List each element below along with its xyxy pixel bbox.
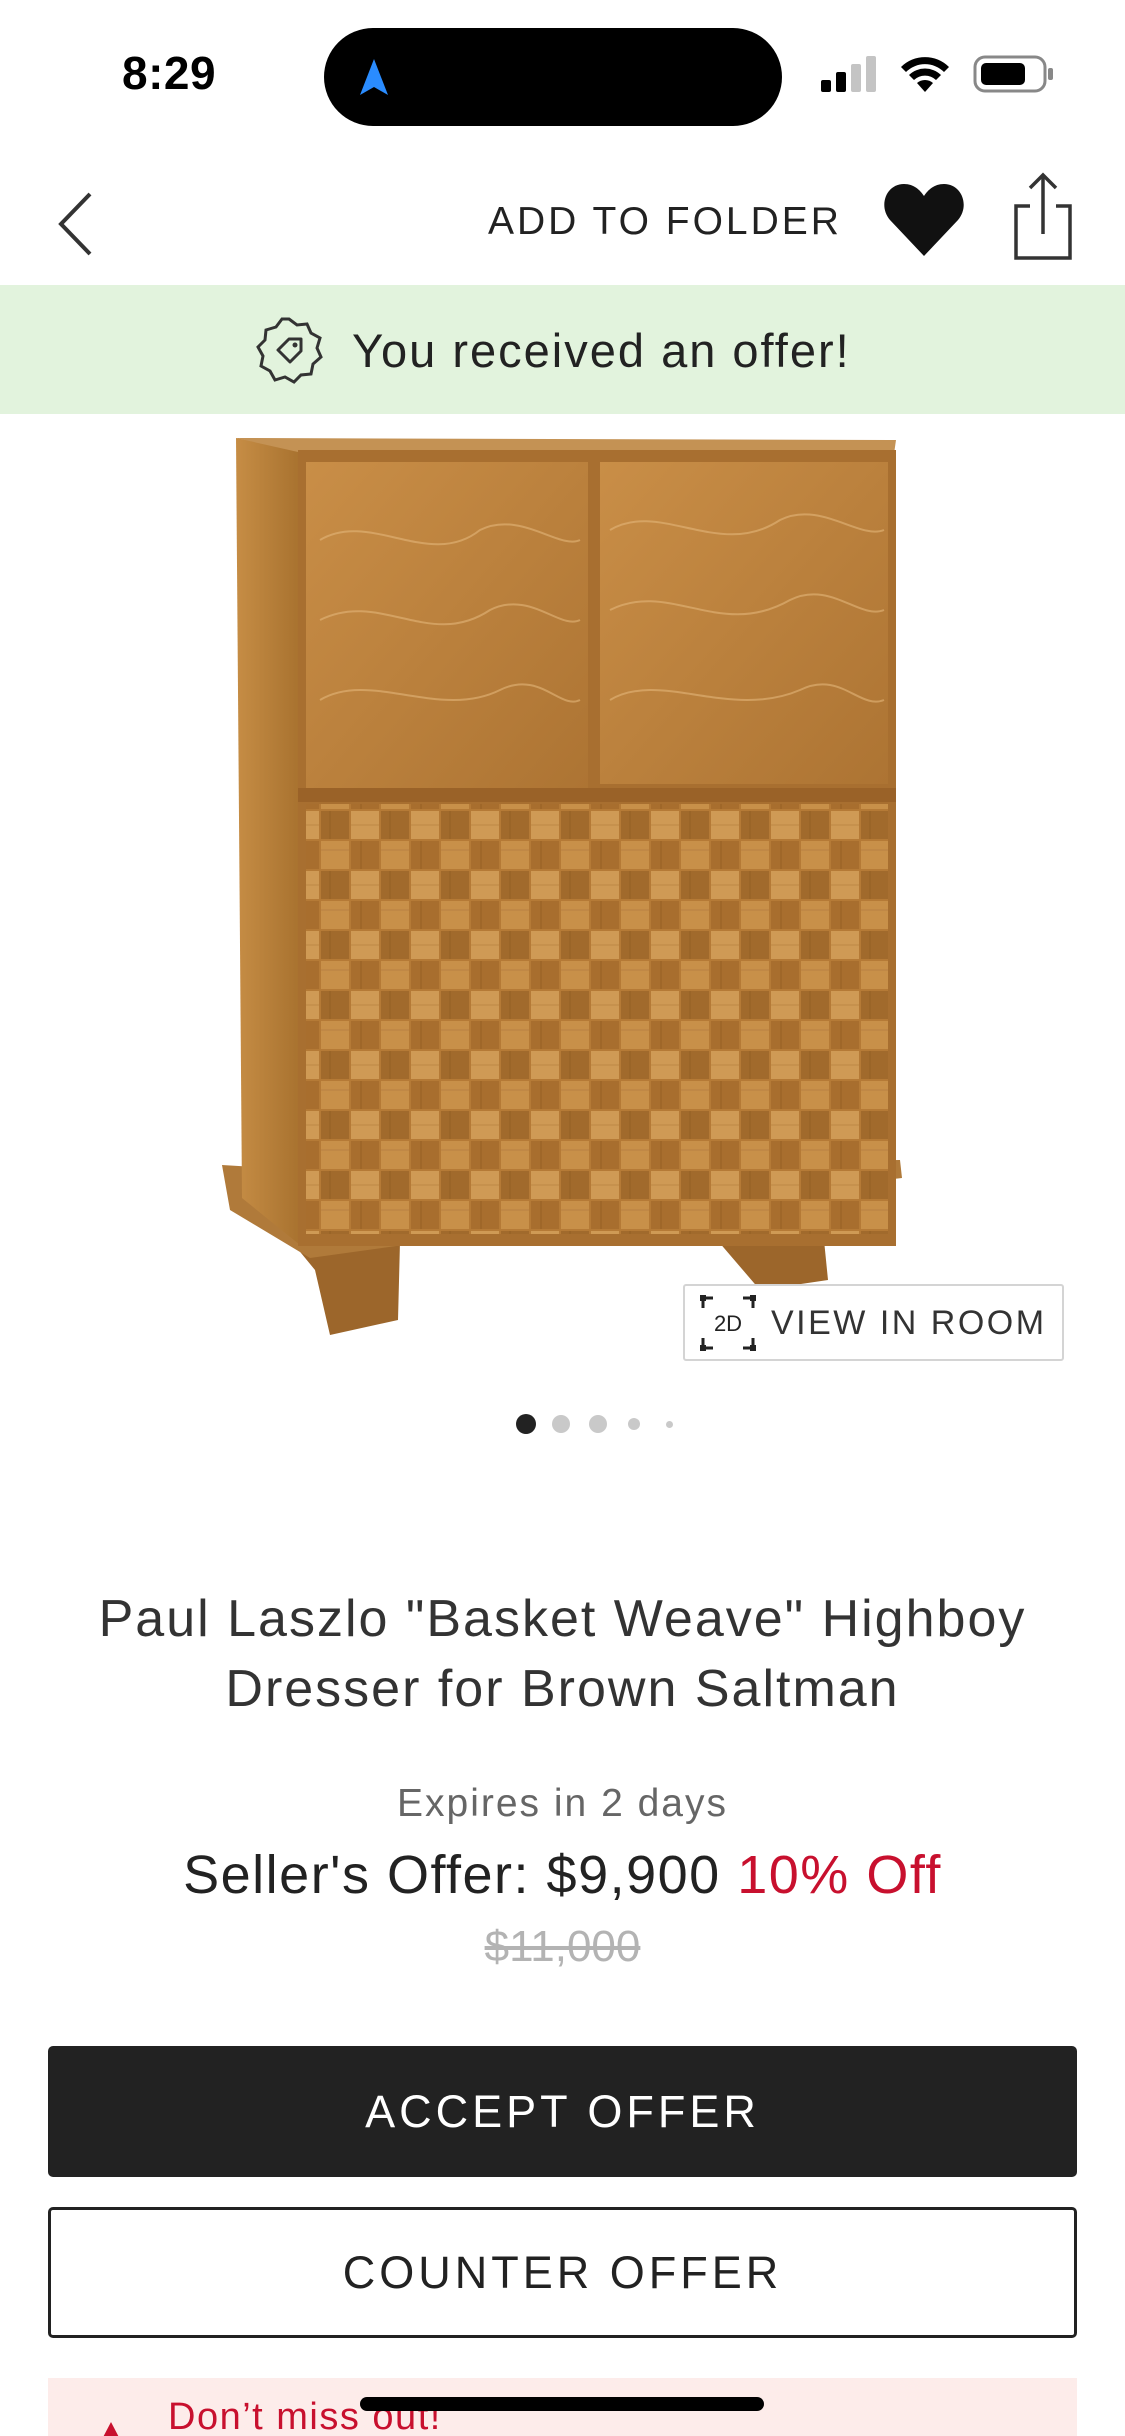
back-button[interactable]	[46, 184, 106, 264]
2d-label: 2D	[714, 1311, 742, 1336]
seller-offer-price: Seller's Offer: $9,900	[183, 1845, 721, 1905]
status-bar: 8:29	[0, 0, 1125, 150]
share-icon[interactable]	[1012, 172, 1074, 262]
pager-dot[interactable]	[589, 1415, 607, 1433]
home-indicator[interactable]	[360, 2397, 764, 2411]
offer-expiry: Expires in 2 days	[397, 1782, 728, 1825]
status-time: 8:29	[122, 47, 217, 99]
discount-label: 10% Off	[737, 1845, 942, 1905]
pager-dot[interactable]	[666, 1421, 673, 1428]
add-to-folder-button[interactable]: ADD TO FOLDER	[488, 200, 842, 244]
counter-offer-button[interactable]: COUNTER OFFER	[48, 2207, 1077, 2338]
original-price: $11,000	[484, 1922, 641, 1971]
battery-icon	[973, 55, 1053, 93]
wifi-icon	[901, 57, 949, 92]
cellular-signal-icon	[821, 56, 876, 92]
2d-view-icon: 2D	[700, 1295, 756, 1351]
product-offer-screen: 8:29 ADD TO FOLDER You received an offer…	[0, 0, 1125, 2436]
product-title-line-2: Dresser for Brown Saltman	[225, 1660, 900, 1718]
alert-icon	[103, 2422, 119, 2436]
location-arrow-icon	[360, 59, 388, 95]
chevron-left-icon	[58, 192, 92, 256]
product-image[interactable]	[200, 420, 920, 1370]
pager-dot[interactable]	[628, 1418, 640, 1430]
offer-banner[interactable]: You received an offer!	[0, 285, 1125, 414]
product-title-line-1: Paul Laszlo "Basket Weave" Highboy	[98, 1590, 1027, 1648]
pager-dot-active[interactable]	[516, 1414, 536, 1434]
seller-offer: Seller's Offer: $9,900 10% Off	[0, 1844, 1125, 1906]
offer-banner-text: You received an offer!	[352, 324, 851, 377]
dynamic-island	[324, 28, 782, 126]
product-title: Paul Laszlo "Basket Weave" Highboy Dress…	[60, 1584, 1065, 1724]
top-nav: ADD TO FOLDER	[0, 160, 1125, 285]
heart-icon[interactable]	[882, 178, 966, 262]
status-indicators	[819, 52, 1055, 96]
pager-dot[interactable]	[552, 1415, 570, 1433]
view-in-room-label: VIEW IN ROOM	[771, 1304, 1047, 1342]
accept-offer-button[interactable]: ACCEPT OFFER	[48, 2046, 1077, 2177]
image-pager	[0, 1412, 1125, 1436]
tag-icon	[256, 317, 323, 384]
view-in-room-button[interactable]: 2D VIEW IN ROOM	[683, 1284, 1064, 1361]
